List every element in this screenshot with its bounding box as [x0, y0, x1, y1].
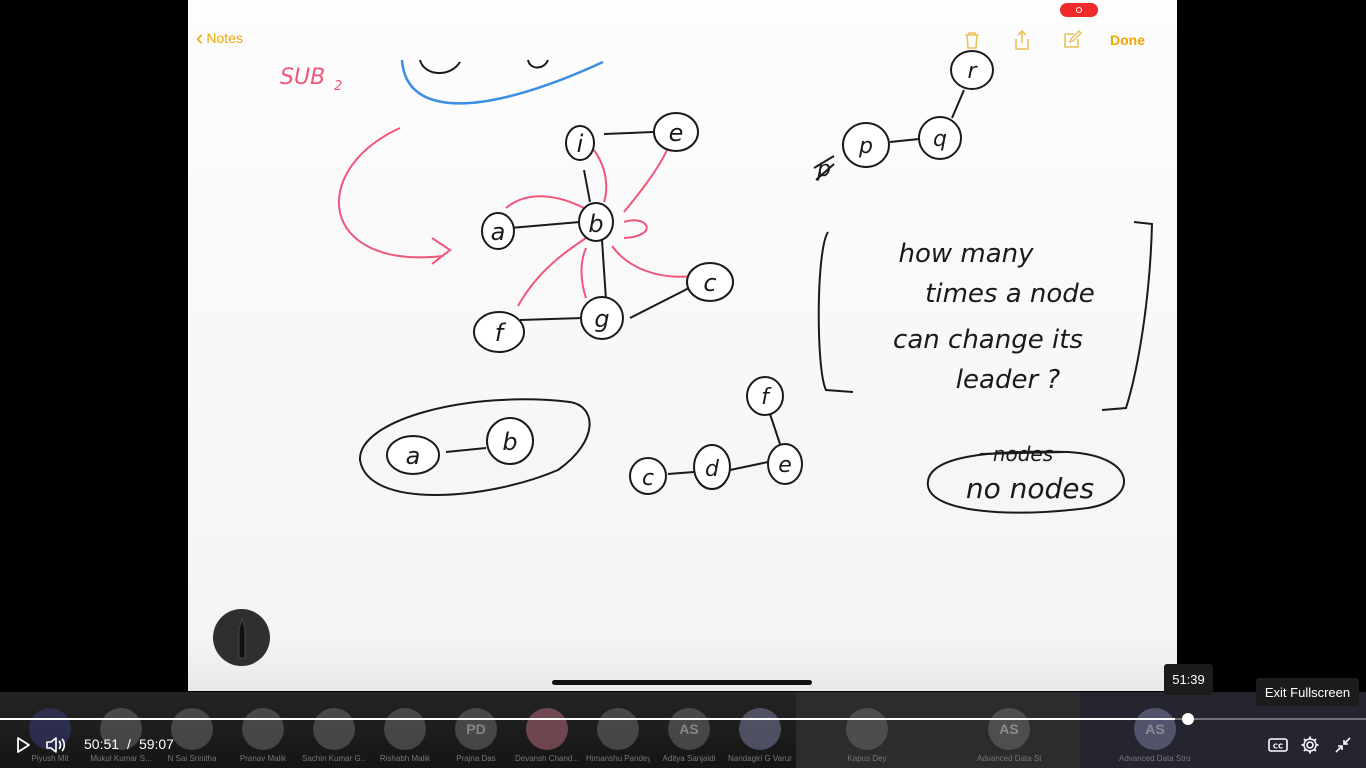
notes-canvas: ‹ Notes Done SUB 2 i e a b c f g r q p p…: [188, 0, 1177, 691]
svg-text:d: d: [705, 457, 720, 482]
current-time: 50:51: [84, 736, 120, 752]
time-display: 50:51 / 59:07: [84, 736, 174, 752]
svg-text:a: a: [406, 442, 421, 470]
play-icon: [17, 737, 30, 753]
home-indicator: [552, 680, 812, 685]
settings-button[interactable]: [1299, 734, 1321, 756]
scrub-hover-time-tooltip: 51:39: [1164, 664, 1213, 695]
question-line-2: times a node: [925, 279, 1095, 309]
sub-label: SUB: [280, 65, 325, 90]
scrub-handle[interactable]: [1182, 713, 1195, 725]
svg-text:c: c: [703, 269, 716, 297]
svg-text:q: q: [933, 127, 947, 152]
exit-fullscreen-tooltip: Exit Fullscreen: [1256, 678, 1359, 706]
svg-text:CC: CC: [1273, 743, 1283, 751]
svg-text:p: p: [858, 134, 873, 159]
volume-icon: [46, 737, 66, 753]
svg-text:b: b: [502, 428, 517, 456]
player-controls: 50:51 / 59:07 CC: [0, 710, 1366, 768]
captions-icon: CC: [1268, 738, 1288, 752]
answer-text: no nodes: [966, 472, 1094, 505]
time-separator: /: [127, 736, 131, 752]
svg-text:b: b: [588, 210, 603, 238]
svg-text:a: a: [491, 218, 506, 246]
question-line-3: can change its: [893, 325, 1083, 355]
play-button[interactable]: [12, 734, 34, 756]
captions-button[interactable]: CC: [1267, 734, 1289, 756]
svg-text:i: i: [577, 130, 584, 158]
svg-text:g: g: [594, 305, 609, 333]
question-line-4: leader ?: [956, 365, 1061, 395]
handwritten-diagram: SUB 2 i e a b c f g r q p p how many tim…: [280, 50, 1154, 514]
duration: 59:07: [138, 736, 174, 752]
pencil-tool-button[interactable]: [213, 609, 270, 666]
svg-text:e: e: [669, 119, 684, 147]
svg-text:2: 2: [334, 79, 342, 94]
question-line-1: how many: [898, 239, 1034, 269]
progress-bar[interactable]: [0, 713, 1366, 725]
volume-button[interactable]: [45, 734, 67, 756]
svg-text:e: e: [778, 453, 792, 478]
progress-played: [0, 718, 1175, 720]
exit-fullscreen-button[interactable]: [1332, 734, 1354, 756]
exit-fullscreen-icon: [1335, 737, 1351, 753]
pencil-icon: [238, 617, 245, 658]
svg-text:c: c: [642, 466, 654, 491]
gear-icon: [1301, 736, 1319, 754]
